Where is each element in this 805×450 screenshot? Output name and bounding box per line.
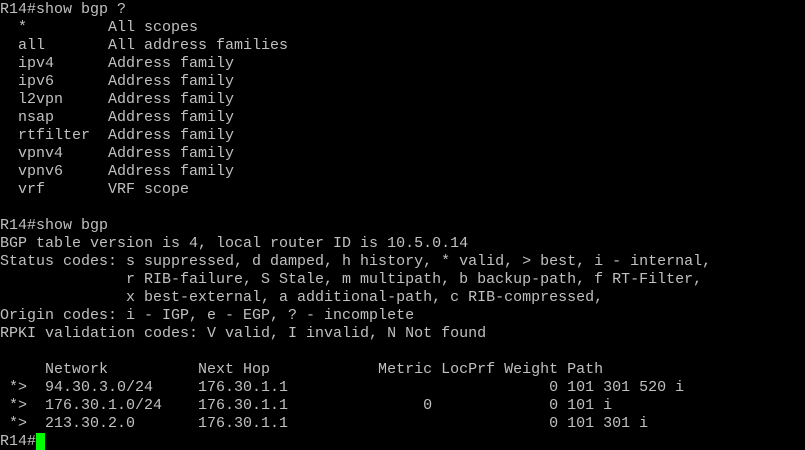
terminal-line: RPKI validation codes: V valid, I invali… (0, 325, 487, 342)
terminal-line: nsap Address family (0, 109, 235, 126)
command-prompt[interactable]: R14# (0, 433, 805, 450)
terminal-line: vpnv4 Address family (0, 145, 235, 162)
table-row: *> 176.30.1.0/24 176.30.1.1 0 0 101 i (0, 397, 613, 414)
terminal-line: rtfilter Address family (0, 127, 235, 144)
prompt-label: R14# (0, 433, 37, 450)
terminal-line: BGP table version is 4, local router ID … (0, 235, 469, 252)
terminal-line: R14#show bgp ? (0, 1, 127, 18)
table-header: Network Next Hop Metric LocPrf Weight Pa… (0, 361, 604, 378)
terminal-line: vpnv6 Address family (0, 163, 235, 180)
terminal-line: * All scopes (0, 19, 199, 36)
terminal-line: x best-external, a additional-path, c RI… (0, 289, 604, 306)
terminal-window[interactable]: R14#show bgp ? * All scopes all All addr… (0, 0, 805, 450)
terminal-line: R14#show bgp (0, 217, 109, 234)
table-row: *> 94.30.3.0/24 176.30.1.1 0 101 301 520… (0, 379, 685, 396)
text-cursor (36, 433, 46, 450)
terminal-line: l2vpn Address family (0, 91, 235, 108)
terminal-line: all All address families (0, 37, 289, 54)
terminal-line: r RIB-failure, S Stale, m multipath, b b… (0, 271, 703, 288)
terminal-line: ipv4 Address family (0, 55, 235, 72)
terminal-line: vrf VRF scope (0, 181, 190, 198)
table-row: *> 213.30.2.0 176.30.1.1 0 101 301 i (0, 415, 649, 432)
terminal-line: Status codes: s suppressed, d damped, h … (0, 253, 712, 270)
terminal-line: Origin codes: i - IGP, e - EGP, ? - inco… (0, 307, 415, 324)
terminal-line: ipv6 Address family (0, 73, 235, 90)
